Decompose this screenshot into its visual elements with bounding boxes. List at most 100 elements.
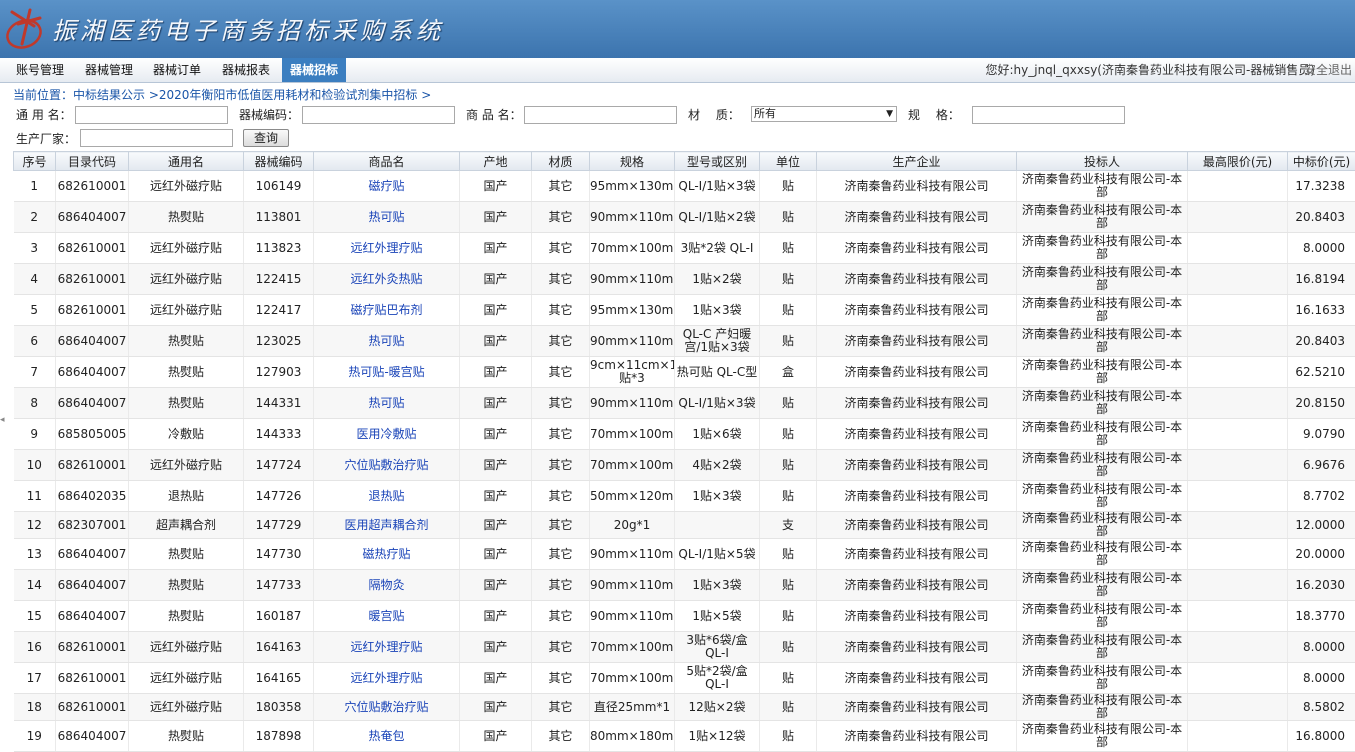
col-device-code-cell: 122415 <box>244 264 314 295</box>
breadcrumb-path[interactable]: 中标结果公示 >2020年衡阳市低值医用耗材和检验试剂集中招标 > <box>73 88 431 102</box>
col-generic-name-cell: 热熨贴 <box>129 388 244 419</box>
col-product-name-cell[interactable]: 热可贴 <box>314 326 460 357</box>
col-catalog-code-cell: 682610001 <box>56 663 129 694</box>
col-bidder-cell: 济南秦鲁药业科技有限公司-本部 <box>1017 512 1188 539</box>
col-product-name-cell[interactable]: 热可贴-暖宫贴 <box>314 357 460 388</box>
table-row: 16682610001远红外磁疗贴164163远红外理疗贴国产其它70mm×10… <box>14 632 1355 663</box>
col-product-name-cell[interactable]: 穴位贴敷治疗贴 <box>314 450 460 481</box>
query-button[interactable]: 查询 <box>243 129 289 147</box>
col-spec-header: 规格 <box>590 152 675 171</box>
material-select[interactable]: 所有 ▼ <box>751 106 897 122</box>
table-body: 1682610001远红外磁疗贴106149磁疗贴国产其它95mm×130mm*… <box>14 171 1355 752</box>
col-material-cell: 其它 <box>532 694 590 721</box>
col-index-cell: 2 <box>14 202 56 233</box>
col-product-name-cell[interactable]: 磁疗贴 <box>314 171 460 202</box>
col-spec-cell: 90mm×110mm*1 <box>590 264 675 295</box>
col-product-name-cell[interactable]: 远红外理疗贴 <box>314 233 460 264</box>
col-bidder-cell: 济南秦鲁药业科技有限公司-本部 <box>1017 721 1188 752</box>
table-row: 19686404007热熨贴187898热奄包国产其它80mm×180mm*11… <box>14 721 1355 752</box>
col-winning-price-cell: 8.0000 <box>1288 663 1355 694</box>
col-product-name-cell[interactable]: 医用超声耦合剂 <box>314 512 460 539</box>
col-unit-cell: 贴 <box>760 632 817 663</box>
col-manufacturer-header: 生产企业 <box>817 152 1017 171</box>
generic-name-input[interactable] <box>75 106 228 124</box>
col-material-cell: 其它 <box>532 721 590 752</box>
table-row: 3682610001远红外磁疗贴113823远红外理疗贴国产其它70mm×100… <box>14 233 1355 264</box>
nav-device-orders[interactable]: 器械订单 <box>153 58 201 82</box>
col-origin-cell: 国产 <box>460 694 532 721</box>
col-product-name-cell[interactable]: 磁疗贴巴布剂 <box>314 295 460 326</box>
col-product-name-cell[interactable]: 热可贴 <box>314 202 460 233</box>
col-bidder-cell: 济南秦鲁药业科技有限公司-本部 <box>1017 171 1188 202</box>
col-winning-price-header: 中标价(元) <box>1288 152 1355 171</box>
col-model-cell: 1贴×2袋 <box>675 264 760 295</box>
col-material-header: 材质 <box>532 152 590 171</box>
header-banner: 振湘医药电子商务招标采购系统 <box>0 0 1355 58</box>
col-unit-cell: 贴 <box>760 202 817 233</box>
col-unit-cell: 贴 <box>760 570 817 601</box>
col-device-code-cell: 123025 <box>244 326 314 357</box>
col-manufacturer-cell: 济南秦鲁药业科技有限公司 <box>817 264 1017 295</box>
col-device-code-cell: 144331 <box>244 388 314 419</box>
col-product-name-cell[interactable]: 暖宫贴 <box>314 601 460 632</box>
product-name-input[interactable] <box>524 106 677 124</box>
col-spec-cell: 70mm×100mm*1 <box>590 632 675 663</box>
nav-device-bidding[interactable]: 器械招标 <box>282 58 346 82</box>
col-unit-cell: 贴 <box>760 264 817 295</box>
col-origin-cell: 国产 <box>460 419 532 450</box>
col-winning-price-cell: 6.9676 <box>1288 450 1355 481</box>
col-catalog-code-cell: 682307001 <box>56 512 129 539</box>
col-manufacturer-cell: 济南秦鲁药业科技有限公司 <box>817 694 1017 721</box>
col-index-cell: 13 <box>14 539 56 570</box>
manufacturer-input[interactable] <box>80 129 233 147</box>
nav-account[interactable]: 账号管理 <box>16 58 64 82</box>
col-catalog-code-cell: 686404007 <box>56 357 129 388</box>
col-max-price-cell <box>1188 264 1288 295</box>
col-device-code-cell: 122417 <box>244 295 314 326</box>
spec-input[interactable] <box>972 106 1125 124</box>
col-product-name-cell[interactable]: 穴位贴敷治疗贴 <box>314 694 460 721</box>
col-index-cell: 3 <box>14 233 56 264</box>
col-product-name-cell[interactable]: 远红外灸热贴 <box>314 264 460 295</box>
col-product-name-cell[interactable]: 远红外理疗贴 <box>314 632 460 663</box>
col-product-name-cell[interactable]: 磁热疗贴 <box>314 539 460 570</box>
logout-link[interactable]: 安全退出 <box>1304 58 1352 82</box>
col-manufacturer-cell: 济南秦鲁药业科技有限公司 <box>817 601 1017 632</box>
col-model-cell: QL-C 产妇暖宫/1贴×3袋 <box>675 326 760 357</box>
col-product-name-cell[interactable]: 退热贴 <box>314 481 460 512</box>
col-product-name-cell[interactable]: 医用冷敷贴 <box>314 419 460 450</box>
col-product-name-cell[interactable]: 热奄包 <box>314 721 460 752</box>
col-manufacturer-cell: 济南秦鲁药业科技有限公司 <box>817 171 1017 202</box>
col-spec-cell: 90mm×110mm*1 <box>590 388 675 419</box>
col-catalog-code-cell: 686404007 <box>56 388 129 419</box>
col-bidder-cell: 济南秦鲁药业科技有限公司-本部 <box>1017 632 1188 663</box>
col-max-price-cell <box>1188 326 1288 357</box>
nav-device-reports[interactable]: 器械报表 <box>222 58 270 82</box>
col-spec-cell: 90mm×110mm*1 <box>590 202 675 233</box>
col-winning-price-cell: 16.2030 <box>1288 570 1355 601</box>
col-unit-cell: 贴 <box>760 295 817 326</box>
col-product-name-cell[interactable]: 热可贴 <box>314 388 460 419</box>
col-winning-price-cell: 8.0000 <box>1288 632 1355 663</box>
col-unit-cell: 贴 <box>760 663 817 694</box>
col-winning-price-cell: 16.8194 <box>1288 264 1355 295</box>
col-bidder-cell: 济南秦鲁药业科技有限公司-本部 <box>1017 419 1188 450</box>
nav-device-management[interactable]: 器械管理 <box>85 58 133 82</box>
col-max-price-cell <box>1188 694 1288 721</box>
col-unit-cell: 支 <box>760 512 817 539</box>
col-product-name-cell[interactable]: 隔物灸 <box>314 570 460 601</box>
col-product-name-cell[interactable]: 远红外理疗贴 <box>314 663 460 694</box>
col-origin-cell: 国产 <box>460 601 532 632</box>
col-index-cell: 1 <box>14 171 56 202</box>
col-device-code-cell: 164165 <box>244 663 314 694</box>
col-index-cell: 5 <box>14 295 56 326</box>
col-catalog-code-cell: 686404007 <box>56 326 129 357</box>
col-device-code-cell: 113801 <box>244 202 314 233</box>
collapse-handle-icon[interactable]: ◂ <box>0 415 6 435</box>
col-generic-name-cell: 退热贴 <box>129 481 244 512</box>
device-code-input[interactable] <box>302 106 455 124</box>
col-manufacturer-cell: 济南秦鲁药业科技有限公司 <box>817 326 1017 357</box>
product-name-label: 商 品 名： <box>466 106 522 123</box>
col-device-code-cell: 144333 <box>244 419 314 450</box>
col-material-cell: 其它 <box>532 601 590 632</box>
